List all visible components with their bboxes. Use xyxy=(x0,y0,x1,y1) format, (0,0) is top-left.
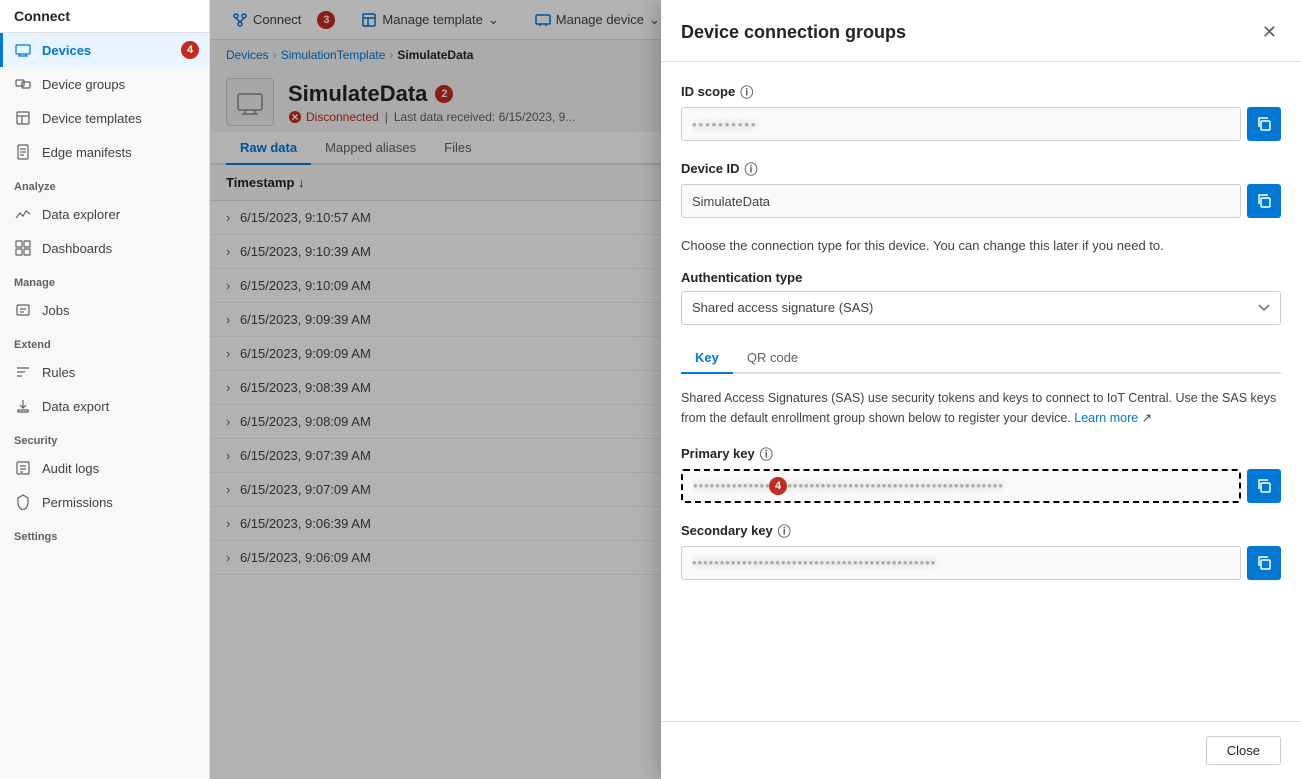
device-id-copy-button[interactable] xyxy=(1247,184,1281,218)
modal-header: Device connection groups ✕ xyxy=(661,0,1301,62)
id-scope-input[interactable] xyxy=(681,107,1241,141)
sidebar-item-devices[interactable]: Devices 4 xyxy=(0,33,209,67)
sidebar-item-audit-logs[interactable]: Audit logs xyxy=(0,451,209,485)
groups-icon xyxy=(14,75,32,93)
templates-icon xyxy=(14,109,32,127)
secondary-key-group: Secondary key ⓘ xyxy=(681,521,1281,580)
auth-type-select[interactable]: Shared access signature (SAS) xyxy=(681,291,1281,325)
sidebar-item-label: Rules xyxy=(42,365,75,380)
auth-type-group: Authentication type Shared access signat… xyxy=(681,270,1281,325)
sidebar-item-device-groups[interactable]: Device groups xyxy=(0,67,209,101)
primary-key-info-icon[interactable]: ⓘ xyxy=(760,444,773,463)
modal-close-footer-button[interactable]: Close xyxy=(1206,736,1281,765)
secondary-key-info-icon[interactable]: ⓘ xyxy=(778,521,791,540)
manifests-icon xyxy=(14,143,32,161)
primary-key-input[interactable] xyxy=(681,469,1241,503)
sidebar-item-label: Devices xyxy=(42,43,91,58)
devices-icon xyxy=(14,41,32,59)
sidebar-item-label: Audit logs xyxy=(42,461,99,476)
device-id-input[interactable] xyxy=(681,184,1241,218)
sidebar-item-rules[interactable]: Rules xyxy=(0,355,209,389)
device-id-label: Device ID ⓘ xyxy=(681,159,1281,178)
permissions-icon xyxy=(14,493,32,511)
key-tab-qr-code[interactable]: QR code xyxy=(733,343,812,374)
device-id-info-icon[interactable]: ⓘ xyxy=(745,159,758,178)
id-scope-group: ID scope ⓘ xyxy=(681,82,1281,141)
secondary-key-row xyxy=(681,546,1281,580)
sidebar: Connect Devices 4 Device groups Device t… xyxy=(0,0,210,779)
sidebar-item-label: Data export xyxy=(42,399,109,414)
sidebar-item-label: Device templates xyxy=(42,111,142,126)
sidebar-item-jobs[interactable]: Jobs xyxy=(0,293,209,327)
sidebar-item-dashboards[interactable]: Dashboards xyxy=(0,231,209,265)
sidebar-item-label: Device groups xyxy=(42,77,125,92)
devices-badge: 4 xyxy=(181,41,199,59)
sidebar-item-label: Permissions xyxy=(42,495,113,510)
modal-title: Device connection groups xyxy=(681,22,906,43)
primary-key-copy-button[interactable] xyxy=(1247,469,1281,503)
modal-body: ID scope ⓘ Device ID ⓘ xyxy=(661,62,1301,721)
section-manage: Manage xyxy=(0,265,209,293)
secondary-key-copy-button[interactable] xyxy=(1247,546,1281,580)
learn-more-link[interactable]: Learn more xyxy=(1074,411,1138,425)
key-tabs: Key QR code xyxy=(681,343,1281,374)
section-security: Security xyxy=(0,423,209,451)
device-id-group: Device ID ⓘ xyxy=(681,159,1281,218)
export-icon xyxy=(14,397,32,415)
id-scope-label: ID scope ⓘ xyxy=(681,82,1281,101)
sidebar-item-device-templates[interactable]: Device templates xyxy=(0,101,209,135)
jobs-icon xyxy=(14,301,32,319)
sidebar-item-edge-manifests[interactable]: Edge manifests xyxy=(0,135,209,169)
main-content: Connect 3 Manage template ⌄ Manage devic… xyxy=(210,0,1301,779)
sidebar-header: Connect xyxy=(0,0,209,33)
section-analyze: Analyze xyxy=(0,169,209,197)
dashboards-icon xyxy=(14,239,32,257)
primary-key-label: Primary key ⓘ xyxy=(681,444,1281,463)
audit-icon xyxy=(14,459,32,477)
primary-key-badge-4: 4 xyxy=(769,477,787,495)
key-tab-key[interactable]: Key xyxy=(681,343,733,374)
id-scope-row xyxy=(681,107,1281,141)
auth-type-label: Authentication type xyxy=(681,270,1281,285)
sidebar-item-label: Jobs xyxy=(42,303,69,318)
modal-footer: Close xyxy=(661,721,1301,779)
sidebar-item-label: Edge manifests xyxy=(42,145,132,160)
explorer-icon xyxy=(14,205,32,223)
primary-key-group: Primary key ⓘ 4 xyxy=(681,444,1281,503)
secondary-key-label: Secondary key ⓘ xyxy=(681,521,1281,540)
rules-icon xyxy=(14,363,32,381)
sidebar-item-permissions[interactable]: Permissions xyxy=(0,485,209,519)
sidebar-item-data-explorer[interactable]: Data explorer xyxy=(0,197,209,231)
sas-description: Shared Access Signatures (SAS) use secur… xyxy=(681,388,1281,428)
section-extend: Extend xyxy=(0,327,209,355)
device-id-row xyxy=(681,184,1281,218)
sidebar-item-label: Data explorer xyxy=(42,207,120,222)
section-settings: Settings xyxy=(0,519,209,547)
secondary-key-input[interactable] xyxy=(681,546,1241,580)
sidebar-item-label: Dashboards xyxy=(42,241,112,256)
sidebar-item-data-export[interactable]: Data export xyxy=(0,389,209,423)
modal-close-button[interactable]: ✕ xyxy=(1258,18,1281,47)
id-scope-info-icon[interactable]: ⓘ xyxy=(740,82,753,101)
primary-key-row: 4 xyxy=(681,469,1281,503)
modal-panel: Device connection groups ✕ ID scope ⓘ xyxy=(661,0,1301,779)
connection-info-text: Choose the connection type for this devi… xyxy=(681,236,1281,256)
id-scope-copy-button[interactable] xyxy=(1247,107,1281,141)
